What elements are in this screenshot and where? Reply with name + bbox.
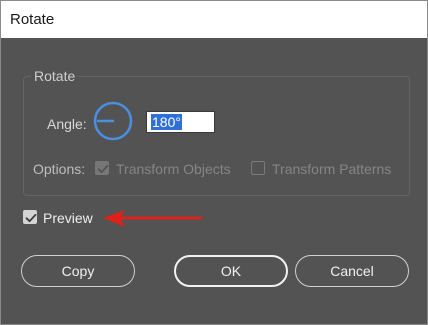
copy-button[interactable]: Copy: [21, 255, 135, 287]
angle-dial-icon[interactable]: [93, 101, 133, 141]
preview-label: Preview: [43, 210, 93, 226]
transform-objects-checkbox[interactable]: [95, 161, 109, 175]
preview-checkbox[interactable]: [23, 210, 37, 224]
options-label: Options:: [33, 161, 86, 177]
angle-value: 180°: [151, 114, 182, 130]
transform-patterns-label: Transform Patterns: [272, 161, 392, 177]
rotate-group-label: Rotate: [31, 68, 79, 84]
red-arrow-icon: [103, 210, 203, 227]
rotate-group-box: [23, 76, 410, 196]
checkmark-icon: [97, 164, 109, 174]
cancel-button[interactable]: Cancel: [295, 255, 409, 287]
angle-label: Angle:: [47, 116, 87, 132]
title-bar: Rotate: [1, 1, 427, 38]
transform-patterns-checkbox[interactable]: [251, 161, 265, 175]
angle-input[interactable]: 180°: [146, 111, 215, 133]
ok-button[interactable]: OK: [174, 255, 288, 287]
transform-objects-label: Transform Objects: [116, 161, 231, 177]
checkmark-icon: [25, 213, 37, 223]
rotate-dialog: Rotate Rotate Angle: 180° Options: Trans…: [0, 0, 428, 325]
dialog-title: Rotate: [10, 11, 55, 28]
